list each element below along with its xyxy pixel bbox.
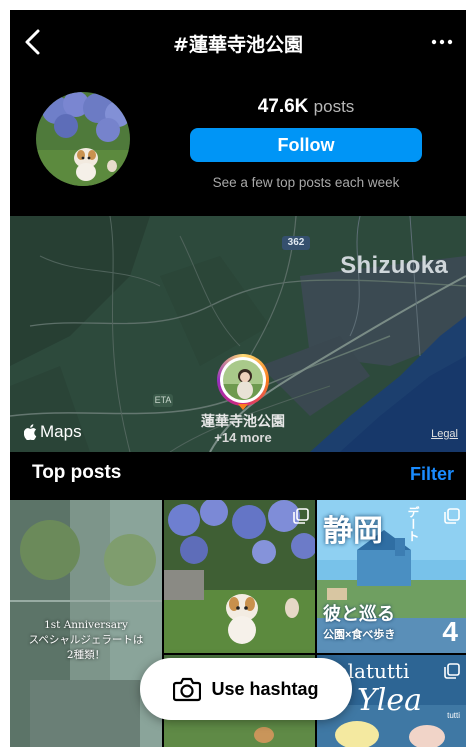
map-place-name: 蓮華寺池公園 [201,414,285,430]
post-tile[interactable] [164,500,315,653]
posts-count-label: posts [313,97,355,116]
top-posts-heading: Top posts [32,462,122,483]
location-pin-photo [223,360,263,400]
post-title-overlay: 静岡 [323,514,383,549]
top-bar: #蓮華寺池公園 [10,10,466,72]
carousel-icon [293,508,309,524]
caption-line: 1st Anniversary [44,619,128,631]
map-eta-label: ETA [153,394,173,407]
apple-maps-logo: Maps [24,422,82,442]
caption-line: 2種類！ [66,649,106,661]
post-caption-overlay: 1st Anniversary スペシャルジェラートは 2種類！ [10,618,162,663]
apple-icon [24,424,37,440]
camera-icon [173,677,202,702]
post-small-overlay: tutti [447,711,460,720]
map-place-more: +14 more [214,430,272,445]
post-script-overlay: Ylea [357,683,423,718]
post-tile[interactable]: 静岡 デート 彼と巡る 公園×食べ歩き 4 [317,500,466,653]
map-city-label: Shizuoka [340,252,448,279]
location-map[interactable]: 362 Shizuoka ETA 蓮華寺池公園 +14 more Maps Le… [10,216,466,452]
post-subtitle-overlay: 彼と巡る [323,604,395,625]
posts-count-value: 47.6K [257,96,309,117]
hashtag-page: #蓮華寺池公園 47.6K posts Follow See a few top… [10,10,466,747]
location-pin-tip [238,404,248,410]
carousel-icon [444,663,460,679]
more-horizontal-icon[interactable] [430,30,454,54]
post-tile[interactable]: 1st Anniversary スペシャルジェラートは 2種類！ [10,500,162,747]
post-tag-overlay: デート [406,506,420,542]
caption-line: スペシャルジェラートは [28,634,144,646]
posts-count: 47.6K posts [190,96,422,118]
maps-label: Maps [40,422,82,441]
carousel-icon [444,508,460,524]
hashtag-avatar [36,92,130,186]
follow-button[interactable]: Follow [190,128,422,162]
post-subtitle-overlay: 公園×食べ歩き [323,629,396,641]
use-hashtag-label: Use hashtag [211,678,319,699]
page-title: #蓮華寺池公園 [173,34,303,56]
use-hashtag-button[interactable]: Use hashtag [140,658,352,720]
follow-hint: See a few top posts each week [212,175,400,190]
filter-button[interactable]: Filter [410,464,454,485]
legal-link[interactable]: Legal [431,428,458,440]
post-number-overlay: 4 [442,616,458,647]
location-pin[interactable] [217,354,269,406]
road-number-badge: 362 [282,236,310,250]
